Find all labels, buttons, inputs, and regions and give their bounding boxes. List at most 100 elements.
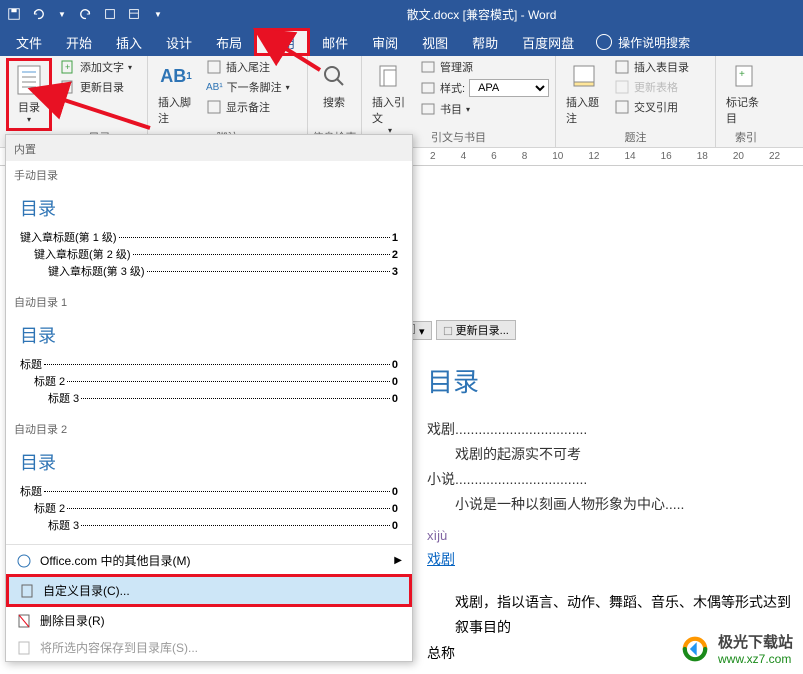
qat-dropdown-icon[interactable]: ▼ [150,6,166,22]
ruler-tick: 18 [697,151,708,162]
dd-auto2-preview[interactable]: 目录 标题0 标题 20 标题 30 [6,441,412,542]
chevron-down-icon[interactable]: ▼ [54,6,70,22]
svg-text:!: ! [64,82,67,93]
tab-home[interactable]: 开始 [54,28,104,56]
tab-insert[interactable]: 插入 [104,28,154,56]
redo-icon[interactable] [78,6,94,22]
dd-auto2-label: 自动目录 2 [6,415,412,441]
dd-manual-label: 手动目录 [6,161,412,187]
tab-baidu[interactable]: 百度网盘 [510,28,586,56]
undo-icon[interactable] [30,6,46,22]
dd-auto1-label: 自动目录 1 [6,288,412,314]
dd-page: 1 [392,232,398,244]
dd-remove-label: 删除目录(R) [40,612,105,629]
biblio-label: 书目 [440,101,462,117]
insert-endnote-button[interactable]: 插入尾注 [202,58,294,76]
search-button[interactable]: 搜索 [314,58,354,112]
dd-page: 0 [392,503,398,515]
bulb-icon [596,34,612,50]
dd-manual-preview[interactable]: 目录 键入章标题(第 1 级)1 键入章标题(第 2 级)2 键入章标题(第 3… [6,187,412,288]
dd-page: 0 [392,359,398,371]
update-toc-button[interactable]: ! 更新目录 [56,78,136,96]
next-footnote-button[interactable]: AB¹ 下一条脚注▾ [202,78,294,96]
insert-footnote-label: 插入脚注 [158,94,194,126]
tab-references[interactable]: 引用 [254,28,310,56]
doc-line: 小说是一种以刻画人物形象为中心 [455,496,665,512]
show-notes-button[interactable]: 显示备注 [202,98,294,116]
dd-page: 0 [392,376,398,388]
dd-toc-text: 标题 3 [48,390,79,406]
chevron-right-icon: ▶ [394,555,402,566]
style-select[interactable]: APA [469,79,549,97]
add-text-button[interactable]: + 添加文字▾ [56,58,136,76]
tab-view[interactable]: 视图 [410,28,460,56]
style-select-row: 样式: APA [416,78,553,98]
save-gallery-icon [16,640,32,656]
show-notes-label: 显示备注 [226,99,270,115]
doc-line: 戏剧的起源实不可考 [455,446,581,462]
dd-page: 0 [392,393,398,405]
update-table-label: 更新表格 [634,79,678,95]
toc-update-field-button[interactable]: 更新目录... [436,320,516,340]
quick-access-toolbar: ▼ ▼ [6,6,166,22]
save-icon[interactable] [6,6,22,22]
next-footnote-icon: AB¹ [206,82,223,93]
dd-remove-toc[interactable]: 删除目录(R) [6,607,412,634]
citation-icon [374,60,406,92]
dd-auto1-preview[interactable]: 目录 标题0 标题 20 标题 30 [6,314,412,415]
insert-caption-button[interactable]: 插入题注 [562,58,606,128]
mark-entry-button[interactable]: + 标记条目 [722,58,766,128]
crossref-button[interactable]: 交叉引用 [610,98,693,116]
dd-toc-text: 标题 [20,483,42,499]
window-title: 散文.docx [兼容模式] - Word [166,6,797,23]
watermark-logo: 极光下载站 www.xz7.com [678,631,793,666]
search-icon [318,60,350,92]
tab-help[interactable]: 帮助 [460,28,510,56]
tell-me-search[interactable]: 操作说明搜索 [596,34,690,51]
bibliography-button[interactable]: 书目▾ [416,100,553,118]
dd-toc-text: 标题 2 [34,500,65,516]
crossref-icon [614,99,630,115]
manage-sources-button[interactable]: 管理源 [416,58,553,76]
dd-builtin-label: 内置 [6,135,412,161]
chevron-down-icon: ▾ [27,115,31,124]
logo-name: 极光下载站 [718,631,793,652]
tab-review[interactable]: 审阅 [360,28,410,56]
ruler-tick: 14 [625,151,636,162]
endnote-label: 插入尾注 [226,59,270,75]
insert-tof-button[interactable]: 插入表目录 [610,58,693,76]
ribbon-group-captions-label: 题注 [556,129,715,145]
document-body[interactable]: 目录 戏剧.................................. … [427,360,803,666]
style-label: 样式: [440,80,465,96]
search-label: 搜索 [323,94,345,110]
dd-toc-text: 标题 2 [34,373,65,389]
insert-caption-label: 插入题注 [566,94,602,126]
tab-mailings[interactable]: 邮件 [310,28,360,56]
toc-button[interactable]: 目录 ▾ [6,58,52,131]
style-icon [420,80,436,96]
insert-footnote-button[interactable]: AB1 插入脚注 [154,58,198,128]
mark-entry-label: 标记条目 [726,94,762,126]
dd-page: 2 [392,249,398,261]
dd-office-more[interactable]: Office.com 中的其他目录(M) ▶ [6,547,412,574]
dd-preview-title: 目录 [20,195,398,221]
toc-dropdown: 内置 手动目录 目录 键入章标题(第 1 级)1 键入章标题(第 2 级)2 键… [5,134,413,662]
tab-file[interactable]: 文件 [4,28,54,56]
dd-save-gallery: 将所选内容保存到目录库(S)... [6,634,412,661]
dd-toc-text: 键入章标题(第 3 级) [48,263,145,279]
ruler-tick: 16 [661,151,672,162]
tab-layout[interactable]: 布局 [204,28,254,56]
toc-icon [13,65,45,97]
dd-custom-toc[interactable]: 自定义目录(C)... [6,574,412,607]
ruler-tick: 4 [461,151,467,162]
next-footnote-label: 下一条脚注 [227,79,282,95]
ribbon-group-index-label: 索引 [716,129,776,145]
insert-citation-button[interactable]: 插入引文 ▾ [368,58,412,137]
add-text-label: 添加文字 [80,59,124,75]
toc-field-control: ▾ 更新目录... [397,320,516,340]
qat-icon-1[interactable] [102,6,118,22]
doc-link[interactable]: 戏剧 [427,551,455,567]
qat-icon-2[interactable] [126,6,142,22]
tab-design[interactable]: 设计 [154,28,204,56]
ruler-tick: 22 [769,151,780,162]
